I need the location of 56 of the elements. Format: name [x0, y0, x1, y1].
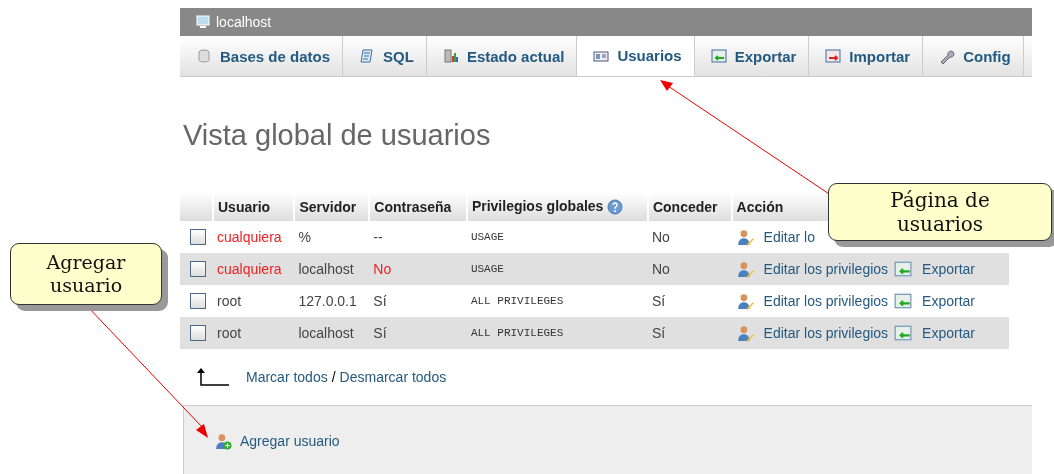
uncheck-all-link[interactable]: Desmarcar todos: [339, 369, 447, 385]
table-cell: ALL PRIVILEGES: [466, 317, 648, 349]
server-name: localhost: [216, 14, 272, 30]
add-user-link[interactable]: Agregar usuario: [240, 433, 340, 449]
column-header: Usuario: [213, 192, 295, 221]
row-checkbox[interactable]: [190, 229, 206, 245]
document-icon: [359, 48, 376, 64]
arrow-up-icon: [196, 367, 230, 387]
column-header: Servidor: [294, 192, 370, 221]
wrench-icon: [939, 48, 956, 64]
edit-privileges-link[interactable]: Editar lo: [763, 229, 815, 245]
table-cell: Sí: [369, 285, 467, 317]
column-header: Contraseña: [369, 192, 467, 221]
edit-privileges-link[interactable]: Editar los privilegios: [763, 325, 889, 341]
edit-privileges-link[interactable]: Editar los privilegios: [763, 261, 889, 277]
header-cell: [180, 192, 213, 221]
table-cell: localhost: [294, 253, 370, 285]
column-header: Privilegios globales: [466, 192, 648, 221]
user-pencil-icon: [735, 260, 754, 278]
table-cell: --: [369, 221, 467, 253]
separator: /: [331, 369, 336, 385]
table-cell: No: [647, 253, 732, 285]
help-icon: [607, 199, 624, 216]
table-cell: Sí: [647, 317, 732, 349]
table-cell: root: [213, 285, 295, 317]
table-cell: cualquiera: [213, 221, 295, 253]
tab[interactable]: Usuarios: [577, 36, 695, 76]
export-link[interactable]: Exportar: [922, 261, 975, 277]
table-cell: root: [213, 317, 295, 349]
table-cell: localhost: [294, 317, 370, 349]
server-chart-icon: [442, 48, 459, 64]
row-checkbox[interactable]: [190, 261, 206, 277]
monitor-icon: [196, 14, 212, 30]
row-checkbox[interactable]: [190, 293, 206, 309]
table-cell: USAGE: [466, 221, 648, 253]
table-cell: No: [647, 221, 732, 253]
table-cell: ALL PRIVILEGES: [466, 285, 648, 317]
table-cell: 127.0.0.1: [294, 285, 370, 317]
page-heading: Vista global de usuarios: [183, 119, 492, 152]
table-cell: USAGE: [466, 253, 648, 285]
table-cell: Sí: [647, 285, 732, 317]
column-header: Conceder: [647, 192, 732, 221]
edit-privileges-link[interactable]: Editar los privilegios: [763, 293, 889, 309]
user-plus-icon: [214, 432, 232, 450]
table-cell: %: [294, 221, 370, 253]
table-cell: cualquiera: [213, 253, 295, 285]
row-checkbox[interactable]: [190, 325, 206, 341]
user-pencil-icon: [735, 292, 754, 310]
export-link[interactable]: Exportar: [922, 325, 975, 341]
user-pencil-icon: [735, 228, 754, 246]
table-cell: Sí: [369, 317, 467, 349]
database-icon: [196, 48, 212, 64]
user-pencil-icon: [735, 324, 754, 342]
export-link[interactable]: Exportar: [922, 293, 975, 309]
table-cell: No: [369, 253, 467, 285]
check-all-link[interactable]: Marcar todos: [246, 369, 328, 385]
